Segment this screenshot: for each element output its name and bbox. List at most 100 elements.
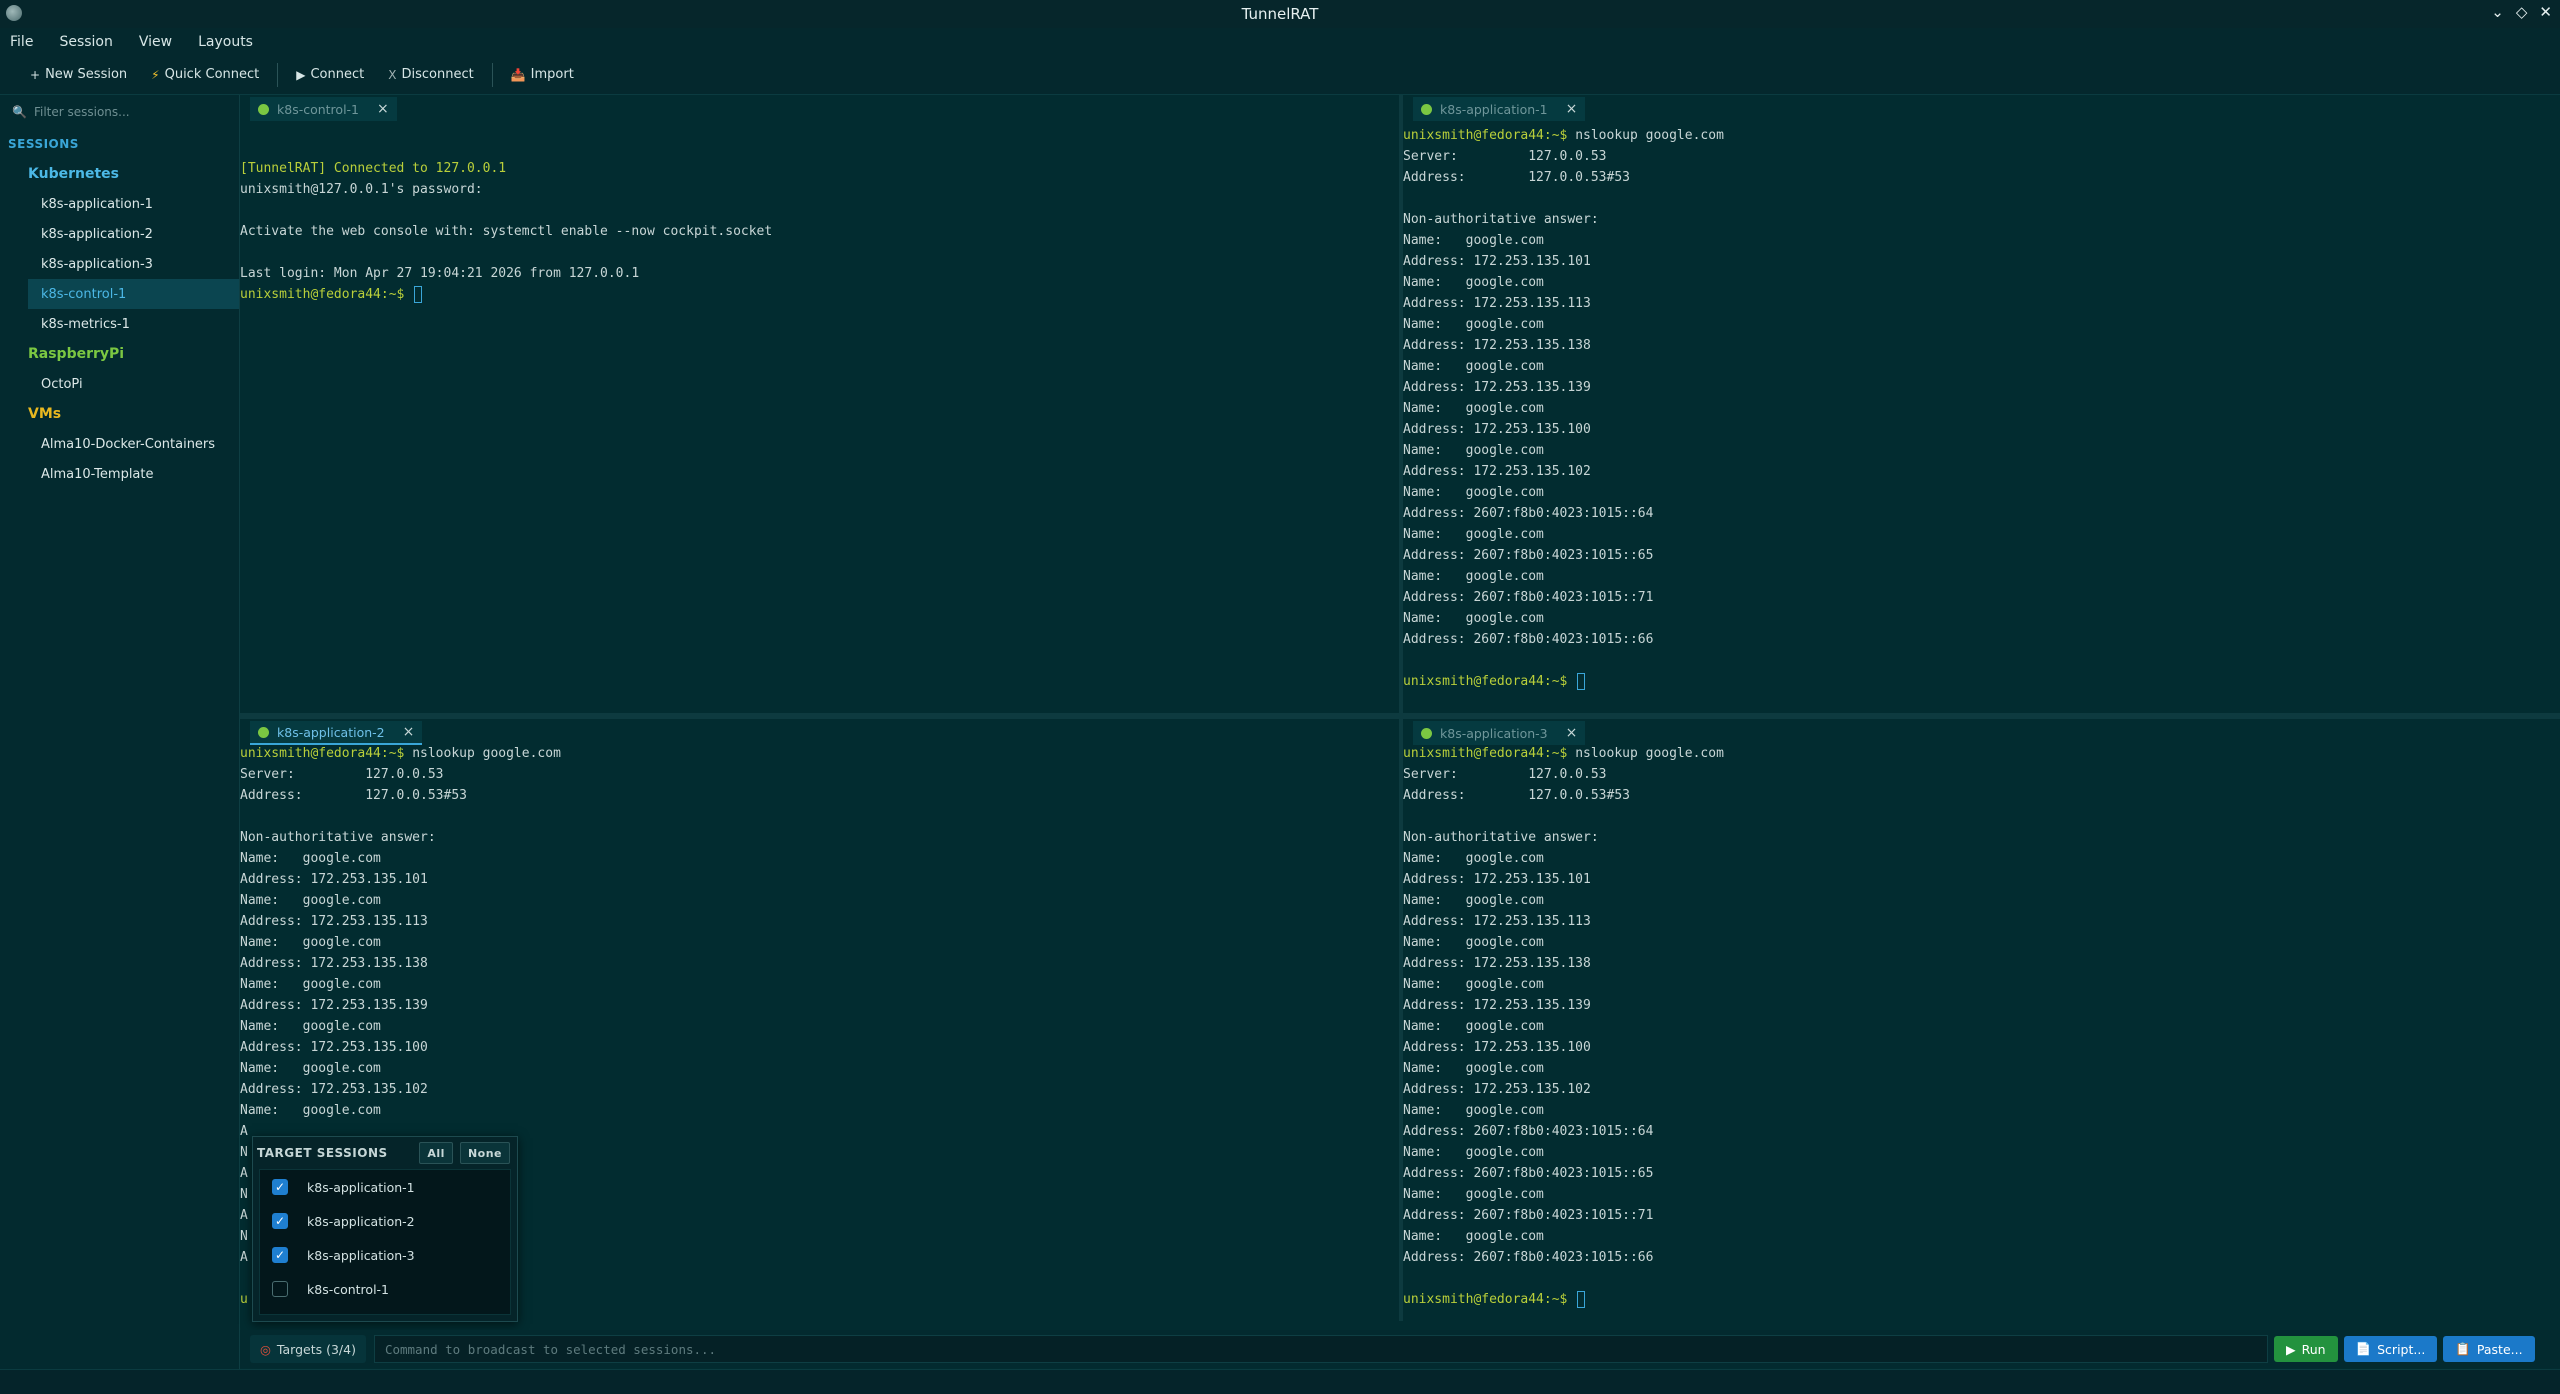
terminal-line: Name: google.com bbox=[1403, 851, 1544, 866]
terminal-line: Name: google.com bbox=[1403, 893, 1544, 908]
terminal-prompt-line: unixsmith@fedora44:~$ bbox=[1403, 671, 1724, 692]
disconnect-button[interactable]: X Disconnect bbox=[376, 61, 485, 89]
toolbar-divider bbox=[491, 62, 493, 87]
close-tab-icon[interactable]: × bbox=[377, 101, 389, 117]
terminal-line: Address: 172.253.135.101 bbox=[1403, 254, 1591, 269]
checkbox[interactable]: ✓ bbox=[272, 1213, 288, 1229]
target-session-row[interactable]: ✓ k8s-application-3 bbox=[260, 1238, 510, 1272]
run-button[interactable]: ▶ Run bbox=[2273, 1336, 2338, 1362]
targets-button[interactable]: ◎ Targets (3/4) bbox=[250, 1335, 366, 1363]
connect-button[interactable]: ▶ Connect bbox=[284, 61, 376, 89]
select-all-button[interactable]: All bbox=[419, 1142, 453, 1164]
session-tab-label: k8s-application-2 bbox=[277, 724, 385, 740]
terminal-command-line: unixsmith@fedora44:~$ nslookup google.co… bbox=[1403, 743, 1724, 764]
session-tab-label: k8s-application-1 bbox=[1440, 101, 1548, 117]
session-tab[interactable]: k8s-control-1 × bbox=[250, 97, 397, 121]
terminal-line: Name: google.com bbox=[1403, 611, 1544, 626]
terminal-line: Address: 172.253.135.139 bbox=[240, 998, 428, 1013]
terminal-command-line: unixsmith@fedora44:~$ nslookup google.co… bbox=[240, 743, 561, 764]
checkbox[interactable]: ✓ bbox=[272, 1179, 288, 1195]
session-group[interactable]: VMs bbox=[0, 399, 239, 429]
target-session-row[interactable]: ✓ k8s-application-2 bbox=[260, 1204, 510, 1238]
terminal-line: Name: google.com bbox=[1403, 1187, 1544, 1202]
session-group[interactable]: RaspberryPi bbox=[0, 339, 239, 369]
terminal-line: Name: google.com bbox=[1403, 935, 1544, 950]
import-button[interactable]: 📥 Import bbox=[499, 61, 586, 89]
session-filter[interactable]: 🔍 Filter sessions... bbox=[6, 99, 233, 125]
target-session-row[interactable]: ✓ k8s-application-1 bbox=[260, 1170, 510, 1204]
terminal-line: Address: 2607:f8b0:4023:1015::64 bbox=[1403, 506, 1654, 521]
maximize-icon[interactable]: ◇ bbox=[2516, 3, 2528, 21]
terminal-output[interactable]: unixsmith@fedora44:~$ nslookup google.co… bbox=[1403, 743, 1724, 1310]
terminal-line: Address: 2607:f8b0:4023:1015::66 bbox=[1403, 1250, 1654, 1265]
menu-view[interactable]: View bbox=[139, 34, 172, 50]
session-tab[interactable]: k8s-application-2 × bbox=[250, 721, 423, 745]
sidebar-session-item[interactable]: k8s-control-1 bbox=[28, 279, 239, 309]
shell-command: nslookup google.com bbox=[1575, 746, 1724, 761]
session-tab[interactable]: k8s-application-3 × bbox=[1413, 721, 1586, 745]
vertical-split-handle[interactable] bbox=[1399, 95, 1403, 1321]
sidebar-session-item[interactable]: k8s-application-1 bbox=[28, 189, 239, 219]
terminal-line: Name: google.com bbox=[1403, 317, 1544, 332]
inbox-icon: 📥 bbox=[510, 67, 526, 82]
script-button[interactable]: 📄 Script... bbox=[2343, 1336, 2438, 1362]
filter-sessions-input[interactable]: Filter sessions... bbox=[34, 105, 130, 119]
sidebar-session-item[interactable]: Alma10-Template bbox=[28, 459, 239, 489]
close-window-icon[interactable]: ✕ bbox=[2539, 3, 2552, 21]
status-bar bbox=[0, 1369, 2560, 1394]
select-none-button[interactable]: None bbox=[459, 1142, 510, 1164]
terminal-line: Address: 172.253.135.139 bbox=[1403, 998, 1591, 1013]
terminal-line: Name: google.com bbox=[1403, 977, 1544, 992]
close-tab-icon[interactable]: × bbox=[1566, 725, 1578, 741]
terminal-line: Address: 172.253.135.138 bbox=[1403, 956, 1591, 971]
terminal-output[interactable]: [TunnelRAT] Connected to 127.0.0.1 unixsm… bbox=[240, 137, 772, 305]
plus-icon: + bbox=[30, 67, 41, 82]
terminal-line: Address: 2607:f8b0:4023:1015::65 bbox=[1403, 1166, 1654, 1181]
new-session-button[interactable]: + New Session bbox=[18, 61, 139, 89]
clipboard-icon: 📋 bbox=[2455, 1341, 2471, 1356]
session-group[interactable]: Kubernetes bbox=[0, 159, 239, 189]
session-tab[interactable]: k8s-application-1 × bbox=[1413, 97, 1586, 121]
terminal-line: Address: 172.253.135.102 bbox=[1403, 1082, 1591, 1097]
shell-command: nslookup google.com bbox=[1575, 128, 1724, 143]
terminal-pane-k8s-application-3[interactable]: k8s-application-3 × unixsmith@fedora44:~$ … bbox=[1403, 719, 2560, 1321]
app-logo-icon bbox=[6, 5, 22, 21]
checkbox[interactable]: ✓ bbox=[272, 1247, 288, 1263]
terminal-output[interactable]: unixsmith@fedora44:~$ nslookup google.co… bbox=[1403, 125, 1724, 692]
target-session-name: k8s-application-2 bbox=[307, 1213, 415, 1229]
paste-button[interactable]: 📋 Paste... bbox=[2443, 1336, 2535, 1362]
checkbox[interactable] bbox=[272, 1281, 288, 1297]
minimize-icon[interactable]: ⌄ bbox=[2491, 3, 2504, 21]
quick-connect-button[interactable]: ⚡ Quick Connect bbox=[139, 61, 271, 89]
terminal-line: Address: 2607:f8b0:4023:1015::71 bbox=[1403, 590, 1654, 605]
terminal-line: Address: 172.253.135.139 bbox=[1403, 380, 1591, 395]
pane-tab-row: k8s-control-1 × bbox=[240, 95, 1399, 123]
broadcast-command-input[interactable] bbox=[373, 1335, 2268, 1363]
close-tab-icon[interactable]: × bbox=[403, 724, 415, 740]
terminal-line: Address: 172.253.135.100 bbox=[1403, 422, 1591, 437]
sidebar-session-item[interactable]: Alma10-Docker-Containers bbox=[28, 429, 239, 459]
sidebar-session-item[interactable]: OctoPi bbox=[28, 369, 239, 399]
terminal-pane-k8s-control-1[interactable]: k8s-control-1 × [TunnelRAT] Connected to 1… bbox=[240, 95, 1399, 713]
menu-session[interactable]: Session bbox=[59, 34, 112, 50]
terminal-command-line: unixsmith@fedora44:~$ nslookup google.co… bbox=[1403, 125, 1724, 146]
target-session-name: k8s-application-3 bbox=[307, 1247, 415, 1263]
close-tab-icon[interactable]: × bbox=[1566, 101, 1578, 117]
terminal-line: Server: 127.0.0.53 bbox=[240, 767, 444, 782]
sidebar-session-item[interactable]: k8s-metrics-1 bbox=[28, 309, 239, 339]
terminal-line: Address: 172.253.135.113 bbox=[1403, 296, 1591, 311]
terminal-line: Non-authoritative answer: bbox=[1403, 830, 1599, 845]
target-session-name: k8s-control-1 bbox=[307, 1281, 390, 1297]
terminal-pane-k8s-application-1[interactable]: k8s-application-1 × unixsmith@fedora44:~$ … bbox=[1403, 95, 2560, 713]
sessions-header: SESSIONS bbox=[8, 137, 79, 151]
terminal-prompt-line: unixsmith@fedora44:~$ bbox=[1403, 1289, 1724, 1310]
target-session-row[interactable]: k8s-control-1 bbox=[260, 1272, 510, 1306]
sidebar-session-item[interactable]: k8s-application-2 bbox=[28, 219, 239, 249]
sidebar-session-item[interactable]: k8s-application-3 bbox=[28, 249, 239, 279]
menu-file[interactable]: File bbox=[10, 34, 33, 50]
menu-layouts[interactable]: Layouts bbox=[198, 34, 253, 50]
